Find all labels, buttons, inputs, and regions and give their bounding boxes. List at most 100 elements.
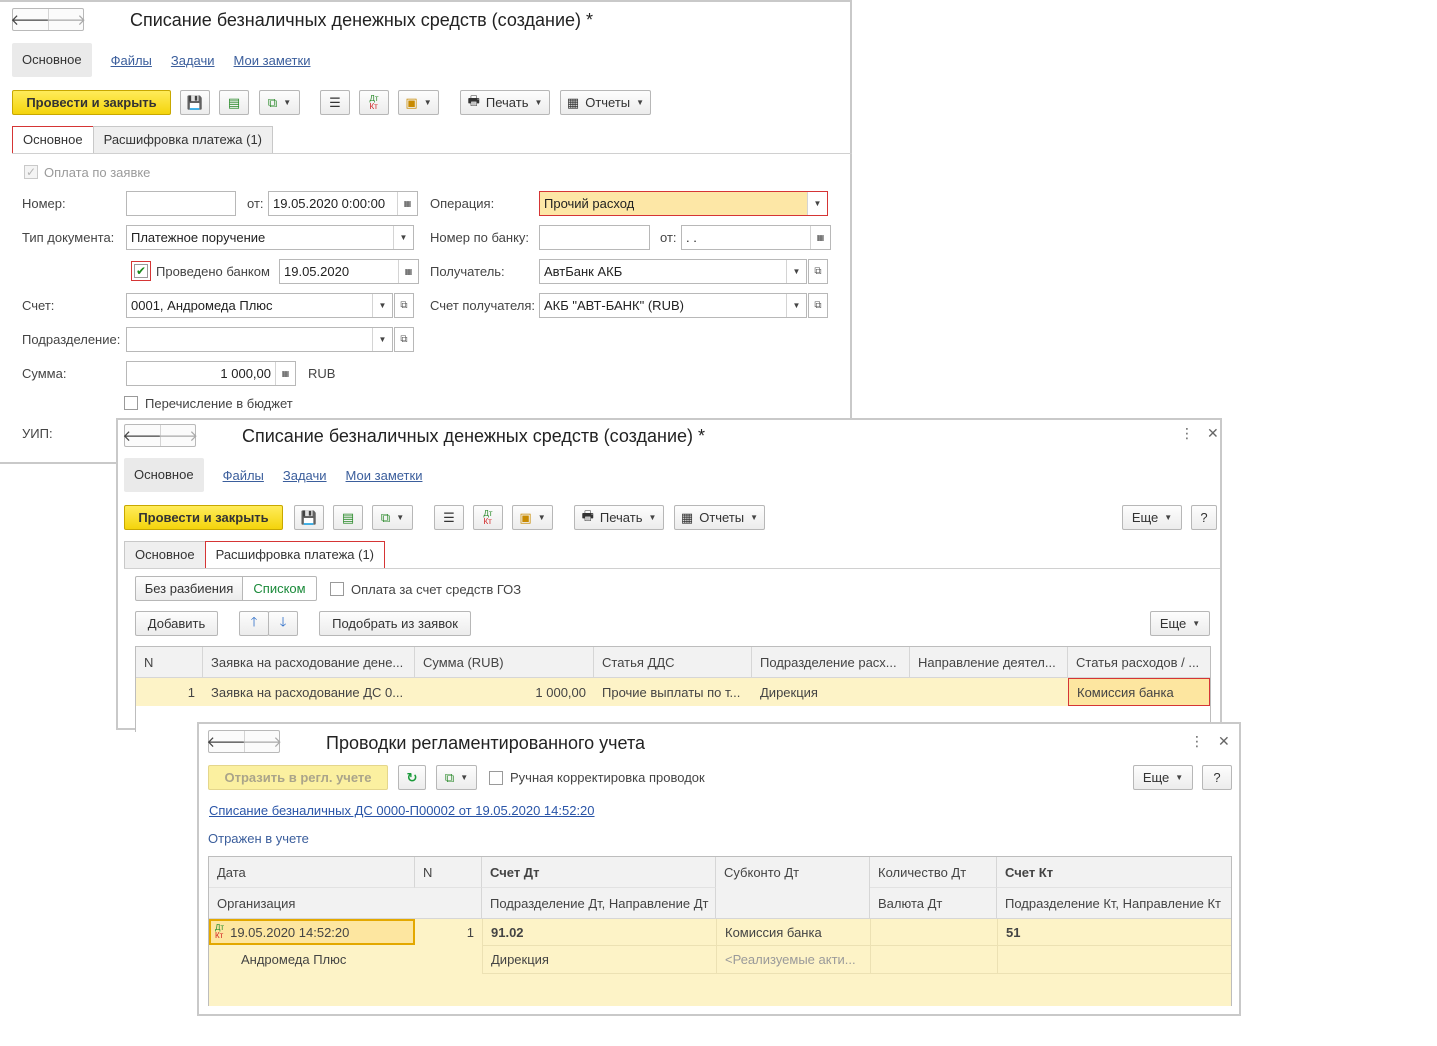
dt-kt-button[interactable]: Дт Кт [473, 505, 503, 530]
col-header-organization[interactable]: Организация [209, 888, 482, 919]
col-header-account-dt[interactable]: Счет Дт [482, 857, 716, 888]
col-header-department[interactable]: Подразделение расх... [752, 647, 910, 678]
table-more-button[interactable]: Еще ▼ [1150, 611, 1210, 636]
pick-from-requests-button[interactable]: Подобрать из заявок [319, 611, 471, 636]
col-header-request[interactable]: Заявка на расходование дене... [203, 647, 415, 678]
save-button[interactable]: 💾 [294, 505, 324, 530]
chevron-down-icon[interactable]: ▼ [372, 328, 392, 351]
posting-currency-dt[interactable] [870, 945, 997, 973]
table-row-department[interactable]: Дирекция [752, 678, 910, 706]
more-vertical-icon[interactable]: ⋮ [1180, 425, 1194, 442]
back-arrow-icon[interactable]: 🡐 [10, 9, 50, 30]
dt-kt-button[interactable]: Дт Кт [359, 90, 389, 115]
bank-date-input[interactable]: . . ▦ [681, 225, 831, 250]
number-input[interactable] [126, 191, 236, 216]
calendar-icon[interactable]: ▦ [810, 226, 830, 249]
chevron-down-icon[interactable]: ▼ [393, 226, 413, 249]
tab-payment-details[interactable]: Расшифровка платежа (1) [204, 541, 386, 569]
tab-main[interactable]: Основное [12, 126, 94, 154]
no-split-toggle[interactable]: Без разбиения [135, 576, 243, 601]
col-header-amount[interactable]: Сумма (RUB) [415, 647, 594, 678]
posting-subconto-dt[interactable]: Комиссия банка [716, 919, 870, 945]
attach-button[interactable]: ▣ ▼ [398, 90, 439, 115]
posting-organization[interactable]: Андромеда Плюс [233, 945, 482, 973]
bank-number-input[interactable] [539, 225, 650, 250]
back-arrow-icon[interactable]: 🡐 [206, 731, 246, 752]
chevron-down-icon[interactable]: ▼ [786, 260, 806, 283]
table-row-activity[interactable] [910, 678, 1068, 706]
move-up-button[interactable]: 🡑 [239, 611, 269, 636]
nav-files-link[interactable]: Файлы [223, 468, 264, 483]
department-select[interactable]: ▼ [126, 327, 393, 352]
amount-input[interactable]: 1 000,00 ▦ [126, 361, 296, 386]
col-header-currency-dt[interactable]: Валюта Дт [870, 888, 997, 919]
forward-arrow-icon[interactable]: 🡒 [158, 425, 198, 446]
source-document-link[interactable]: Списание безналичных ДС 0000-П00002 от 1… [209, 803, 595, 818]
save-button[interactable]: 💾 [180, 90, 210, 115]
posting-subconto-dt-2[interactable]: <Реализуемые акти... [716, 945, 870, 973]
manual-correction-checkbox[interactable] [489, 771, 503, 785]
calculator-icon[interactable]: ▦ [275, 362, 295, 385]
open-recipient-icon[interactable]: ⧉ [808, 259, 828, 284]
back-arrow-icon[interactable]: 🡐 [122, 425, 162, 446]
add-button[interactable]: Добавить [135, 611, 218, 636]
recipient-select[interactable]: АвтБанк АКБ ▼ [539, 259, 807, 284]
col-header-activity[interactable]: Направление деятел... [910, 647, 1068, 678]
posting-account-kt[interactable]: 51 [997, 919, 1231, 945]
create-based-on-button[interactable]: ⧉ ▼ [436, 765, 477, 790]
calendar-icon[interactable]: ▦ [397, 192, 417, 215]
nav-tasks-link[interactable]: Задачи [283, 468, 327, 483]
date-input[interactable]: 19.05.2020 0:00:00 ▦ [268, 191, 418, 216]
posted-by-bank-date-input[interactable]: 19.05.2020 ▦ [279, 259, 419, 284]
by-list-toggle[interactable]: Списком [242, 576, 317, 601]
tab-payment-details[interactable]: Расшифровка платежа (1) [92, 126, 274, 154]
table-row-n[interactable]: 1 [136, 678, 203, 706]
attach-button[interactable]: ▣ ▼ [512, 505, 553, 530]
refresh-button[interactable]: ↻ [398, 765, 426, 790]
forward-arrow-icon[interactable]: 🡒 [46, 9, 86, 30]
nav-notes-link[interactable]: Мои заметки [234, 53, 311, 68]
post-and-close-button[interactable]: Провести и закрыть [124, 505, 283, 530]
nav-main[interactable]: Основное [12, 43, 92, 77]
posting-date-cell[interactable]: Дт Кт 19.05.2020 14:52:20 [209, 919, 415, 945]
reflect-in-accounting-button[interactable]: Отразить в регл. учете [208, 765, 388, 790]
goz-checkbox[interactable] [330, 582, 344, 596]
chevron-down-icon[interactable]: ▼ [372, 294, 392, 317]
chevron-down-icon[interactable]: ▼ [807, 192, 827, 215]
post-button[interactable]: ▤ [333, 505, 363, 530]
col-header-n[interactable]: N [136, 647, 203, 678]
help-button[interactable]: ? [1202, 765, 1232, 790]
table-row-request[interactable]: Заявка на расходование ДС 0... [203, 678, 415, 706]
col-header-department-kt[interactable]: Подразделение Кт, Направление Кт [997, 888, 1231, 919]
col-header-expense-item[interactable]: Статья расходов / ... [1068, 647, 1210, 678]
more-button[interactable]: Еще ▼ [1122, 505, 1182, 530]
help-button[interactable]: ? [1191, 505, 1217, 530]
col-header-n[interactable]: N [415, 857, 482, 888]
posting-department-kt[interactable] [997, 945, 1231, 973]
chevron-down-icon[interactable]: ▼ [786, 294, 806, 317]
operation-select[interactable]: Прочий расход ▼ [539, 191, 828, 216]
nav-main[interactable]: Основное [124, 458, 204, 492]
print-button[interactable]: 🖶 Печать ▼ [460, 90, 550, 115]
col-header-date[interactable]: Дата [209, 857, 415, 888]
col-header-cash-flow-item[interactable]: Статья ДДС [594, 647, 752, 678]
close-icon[interactable]: ✕ [1218, 733, 1230, 750]
close-icon[interactable]: ✕ [1207, 425, 1219, 442]
doc-type-select[interactable]: Платежное поручение ▼ [126, 225, 414, 250]
posting-n[interactable]: 1 [415, 919, 482, 945]
recipient-account-select[interactable]: АКБ "АВТ-БАНК" (RUB) ▼ [539, 293, 807, 318]
journal-button[interactable]: ☰ [434, 505, 464, 530]
account-select[interactable]: 0001, Андромеда Плюс ▼ [126, 293, 393, 318]
col-header-subconto-dt[interactable]: Субконто Дт [716, 857, 870, 919]
journal-button[interactable]: ☰ [320, 90, 350, 115]
open-recipient-account-icon[interactable]: ⧉ [808, 293, 828, 318]
col-header-quantity-dt[interactable]: Количество Дт [870, 857, 997, 888]
create-based-on-button[interactable]: ⧉ ▼ [372, 505, 413, 530]
create-based-on-button[interactable]: ⧉ ▼ [259, 90, 300, 115]
nav-files-link[interactable]: Файлы [111, 53, 152, 68]
post-and-close-button[interactable]: Провести и закрыть [12, 90, 171, 115]
reports-button[interactable]: ▦ Отчеты ▼ [674, 505, 765, 530]
budget-transfer-checkbox[interactable] [124, 396, 138, 410]
nav-notes-link[interactable]: Мои заметки [346, 468, 423, 483]
col-header-account-kt[interactable]: Счет Кт [997, 857, 1231, 888]
